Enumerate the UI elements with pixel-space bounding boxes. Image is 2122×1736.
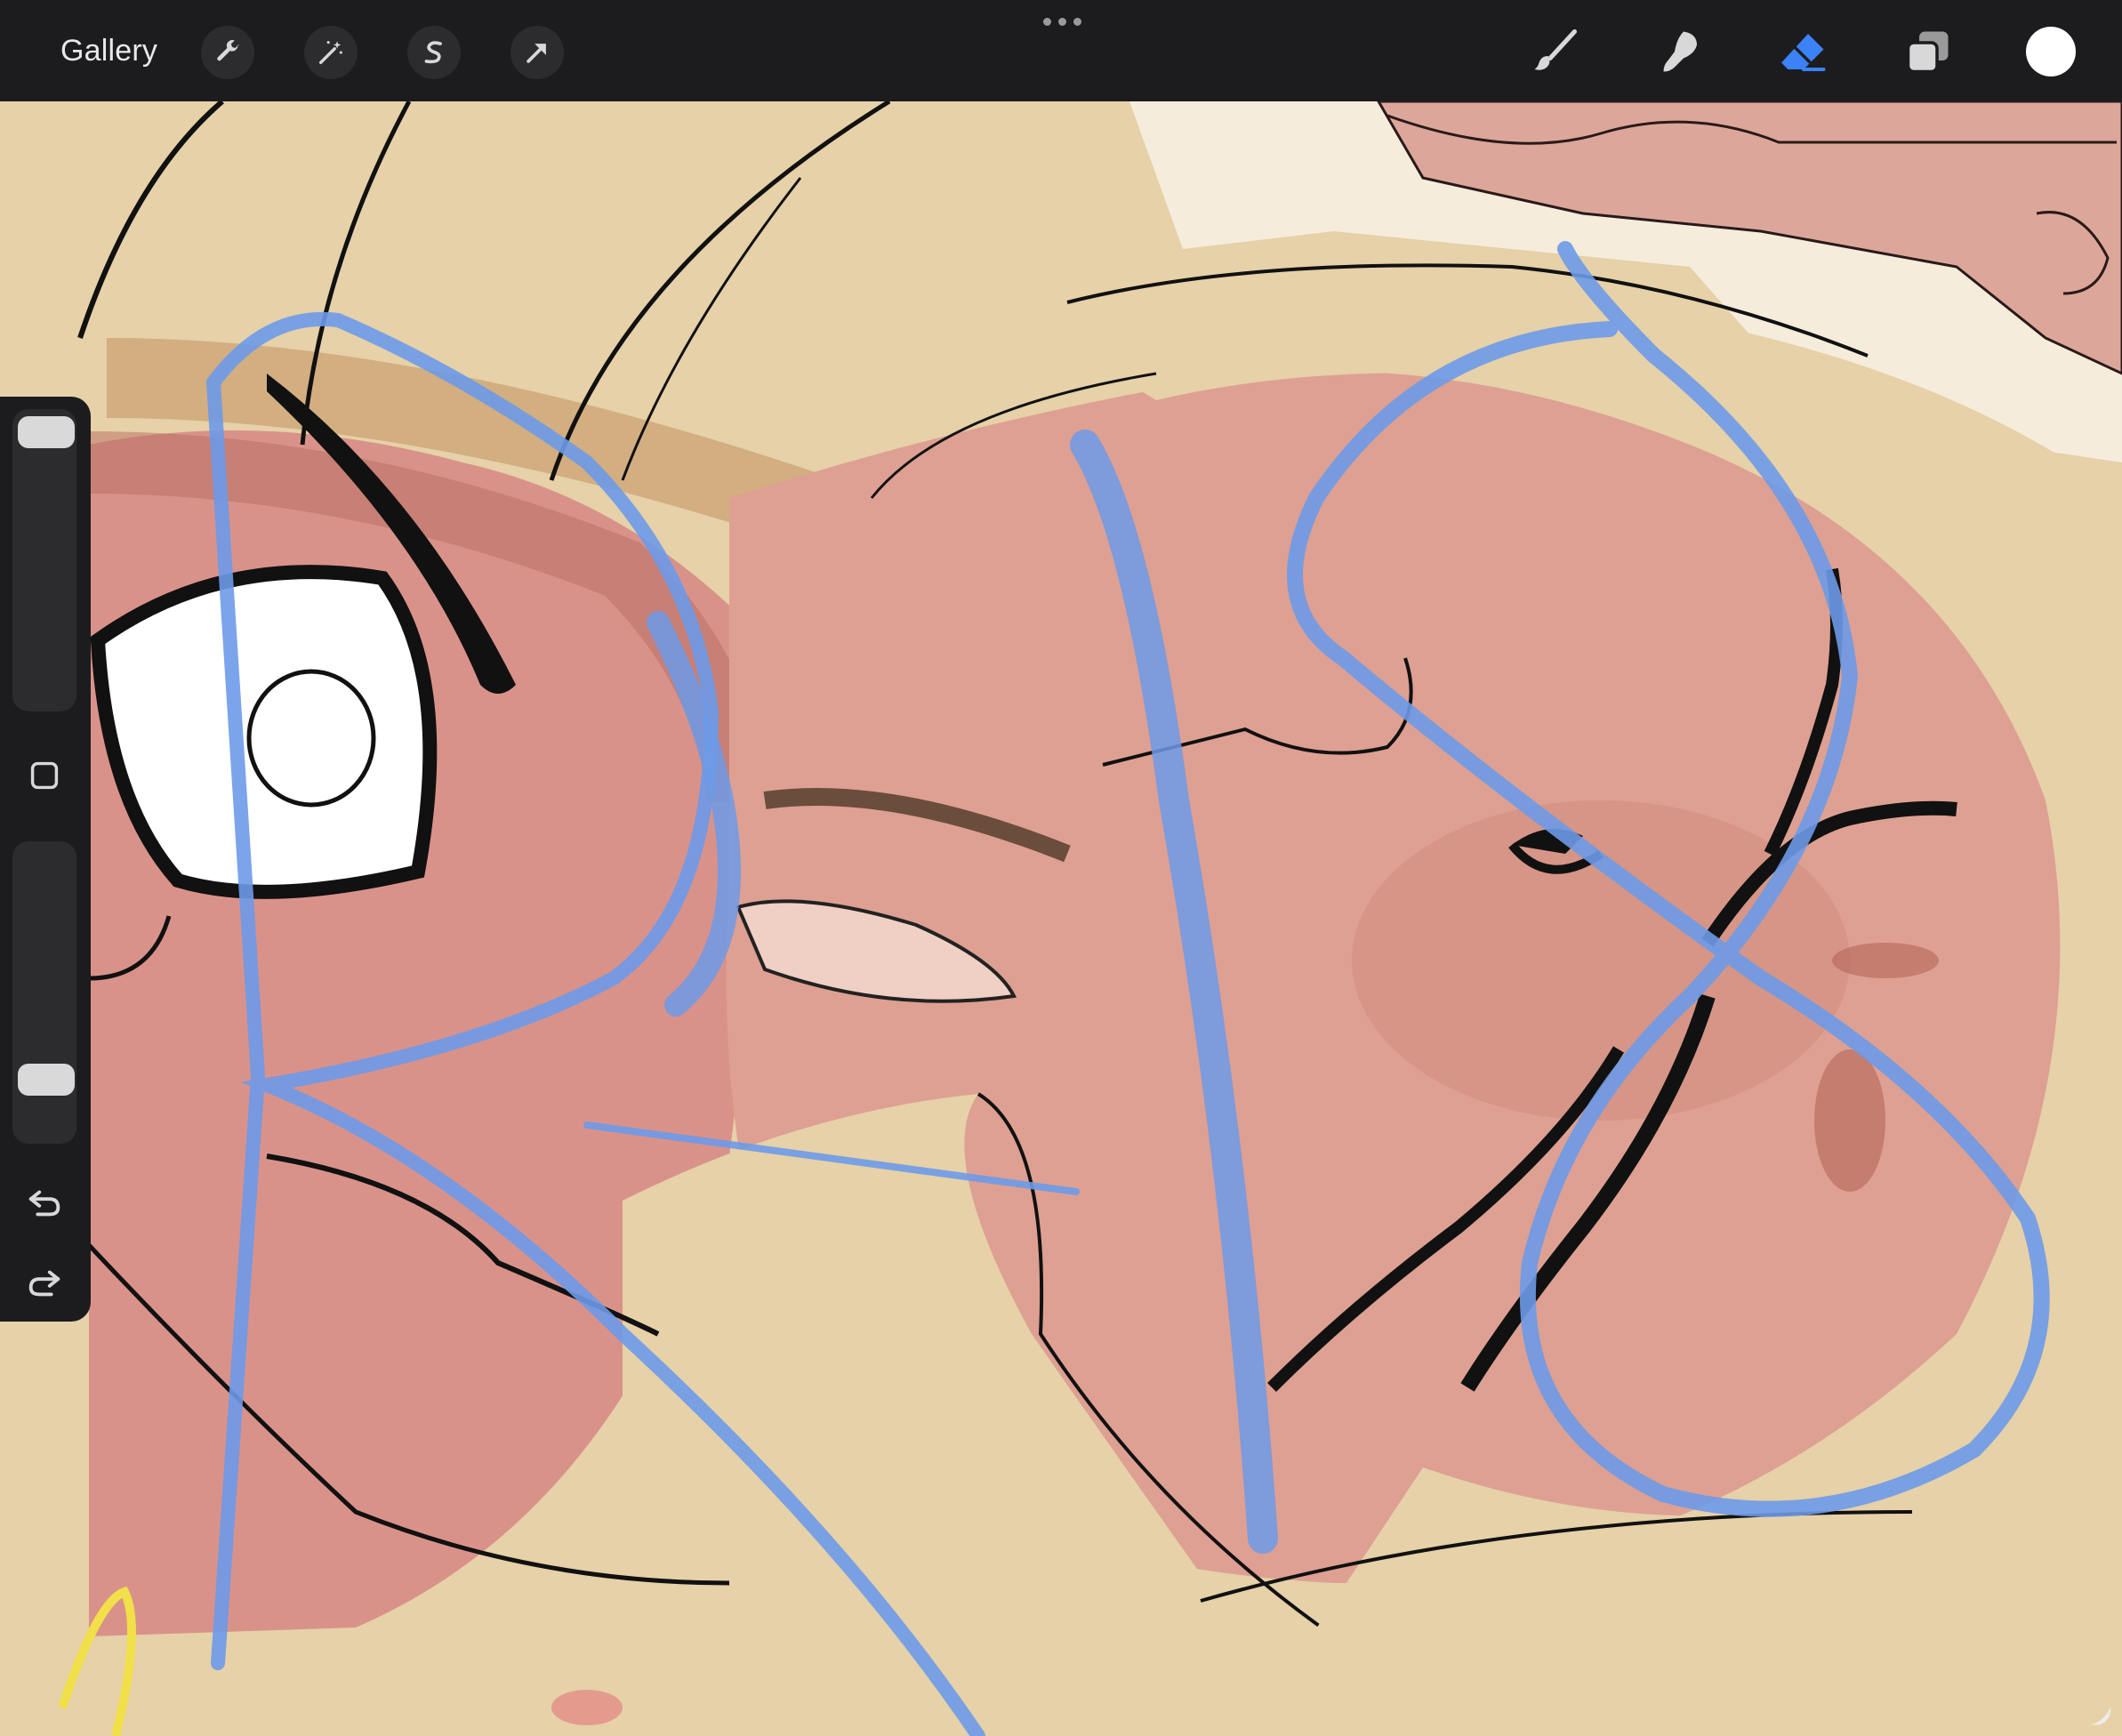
layers-button[interactable] bbox=[1896, 20, 1960, 84]
brush-tool-button[interactable] bbox=[1523, 20, 1587, 84]
brush-size-slider[interactable] bbox=[12, 409, 76, 711]
redo-icon bbox=[28, 1270, 60, 1297]
modify-button[interactable] bbox=[20, 751, 69, 800]
drawing-canvas[interactable] bbox=[0, 101, 2122, 1736]
magic-wand-icon bbox=[318, 41, 342, 65]
opacity-slider[interactable] bbox=[12, 841, 76, 1144]
selection-s-icon bbox=[424, 41, 442, 64]
undo-button[interactable] bbox=[20, 1177, 69, 1227]
square-icon bbox=[30, 761, 59, 790]
smudge-tool-button[interactable] bbox=[1647, 20, 1711, 84]
brush-size-handle[interactable] bbox=[18, 416, 75, 448]
more-options-icon[interactable] bbox=[1041, 12, 1083, 30]
brush-icon bbox=[1534, 29, 1577, 70]
eraser-icon bbox=[1781, 34, 1826, 71]
layers-icon bbox=[1906, 31, 1949, 74]
transform-button[interactable] bbox=[510, 26, 564, 79]
smudge-icon bbox=[1663, 31, 1697, 72]
procreate-app: Gallery bbox=[0, 0, 2122, 1736]
selection-button[interactable] bbox=[407, 26, 461, 79]
wrench-icon bbox=[217, 40, 239, 61]
top-toolbar: Gallery bbox=[0, 0, 2122, 101]
redo-button[interactable] bbox=[20, 1258, 69, 1307]
canvas-corner-curl-icon[interactable] bbox=[2081, 1695, 2117, 1731]
adjustments-button[interactable] bbox=[304, 26, 358, 79]
transform-arrow-icon bbox=[526, 44, 546, 63]
color-picker-button[interactable] bbox=[2026, 27, 2076, 76]
gallery-button[interactable]: Gallery bbox=[60, 27, 157, 75]
artwork bbox=[0, 101, 2122, 1736]
actions-button[interactable] bbox=[201, 26, 254, 79]
eraser-tool-button[interactable] bbox=[1772, 20, 1836, 84]
opacity-handle[interactable] bbox=[18, 1064, 75, 1096]
left-sidebar bbox=[0, 397, 91, 1322]
undo-icon bbox=[28, 1190, 60, 1217]
